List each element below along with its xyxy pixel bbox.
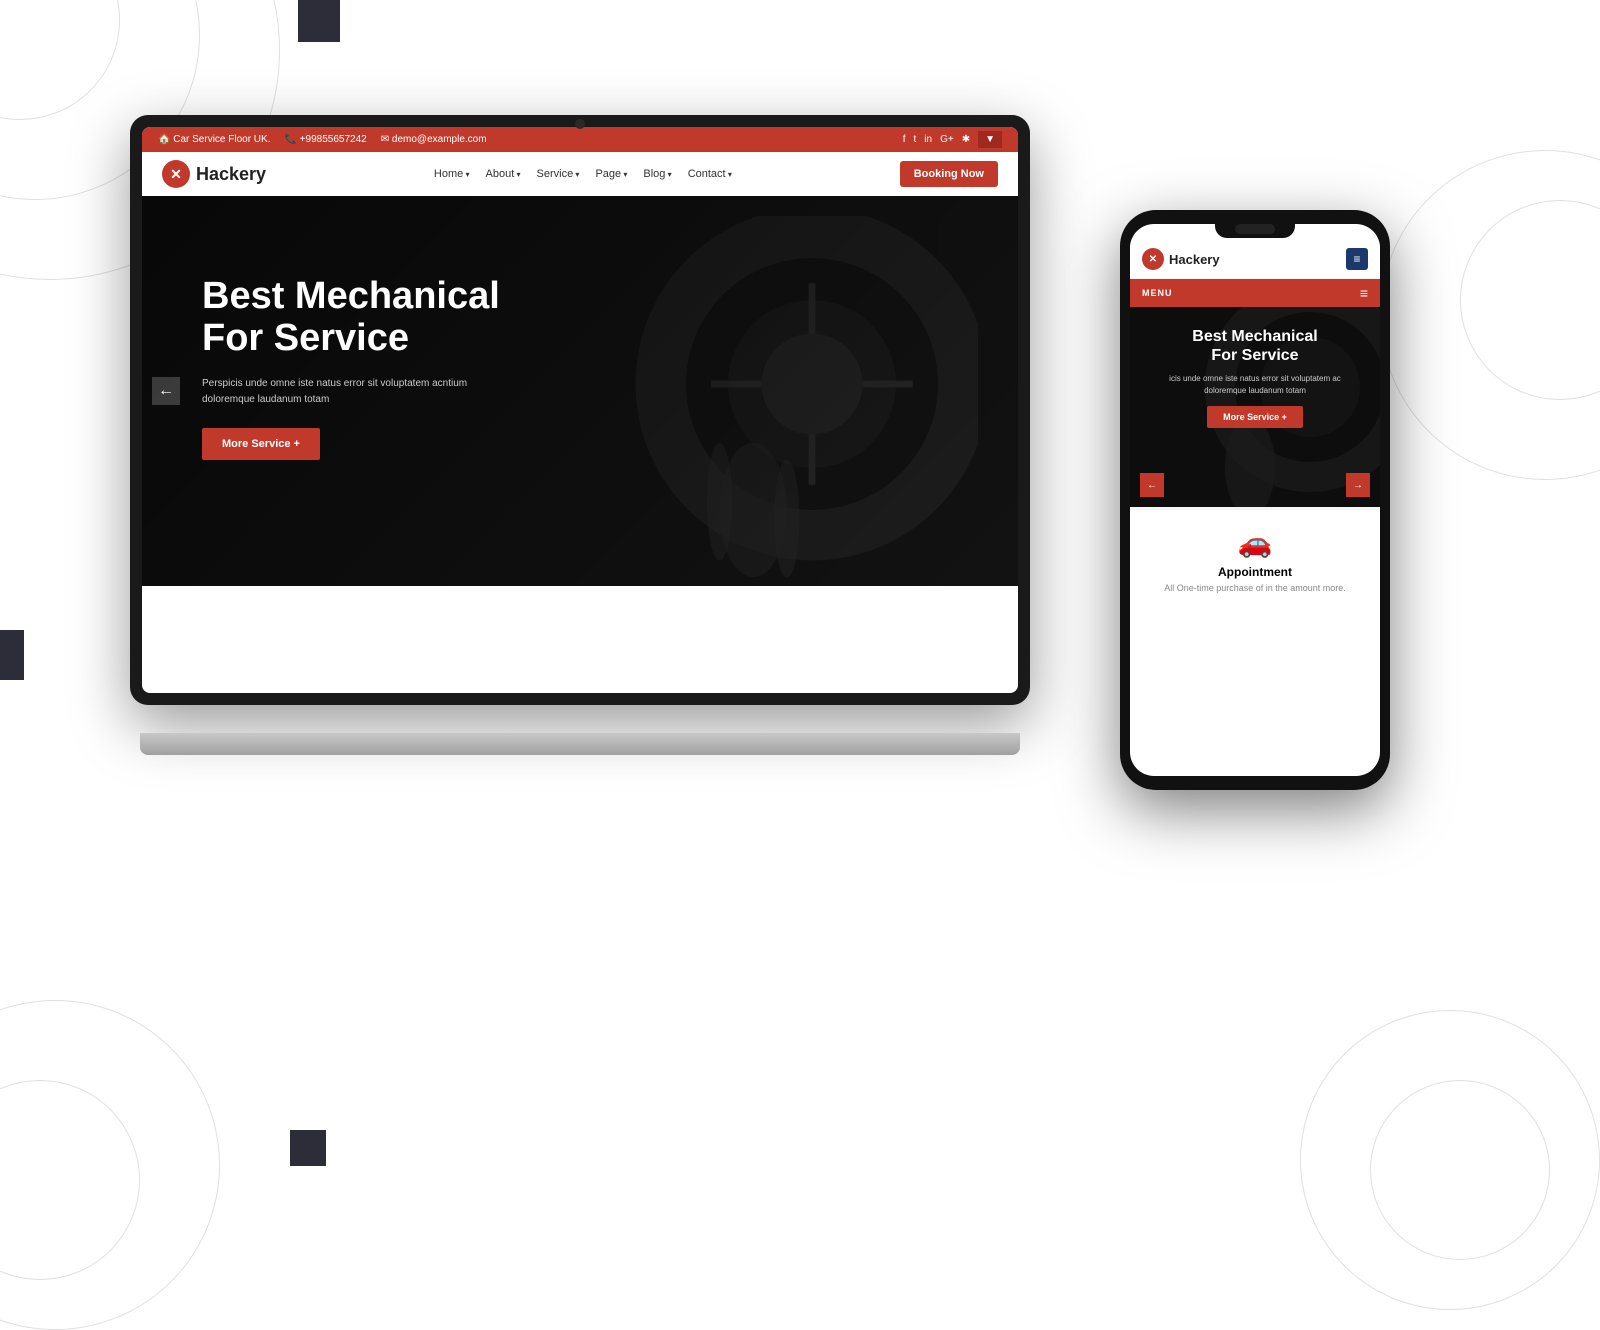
social-gplus-icon: G+ — [940, 134, 954, 145]
site-logo: ✕ Hackery — [162, 160, 266, 188]
square-4 — [290, 1130, 326, 1166]
phone-menu-button[interactable]: ≡ — [1346, 248, 1368, 270]
logo-icon: ✕ — [162, 160, 190, 188]
nav-home[interactable]: Home — [434, 168, 470, 180]
phone-screen: ✕ Hackery ≡ MENU ≡ — [1130, 224, 1380, 776]
topbar-phone: 📞 +99855657242 — [284, 134, 366, 145]
phone-notch — [1215, 220, 1295, 238]
laptop-base — [140, 733, 1020, 755]
phone-service-title: Appointment — [1142, 565, 1368, 579]
nav-blog[interactable]: Blog — [643, 168, 671, 180]
laptop-body: 🏠 Car Service Floor UK. 📞 +99855657242 ✉… — [130, 115, 1030, 705]
nav-page[interactable]: Page — [595, 168, 627, 180]
nav-about[interactable]: About — [486, 168, 521, 180]
square-2 — [0, 630, 24, 680]
phone-menu-label: MENU — [1142, 288, 1173, 298]
circle-4 — [0, 1080, 140, 1280]
topbar-dropdown[interactable]: ▼ — [978, 131, 1002, 148]
social-twitter-icon: t — [914, 134, 917, 145]
topbar-right: f t in G+ ✱ ▼ — [903, 131, 1002, 148]
hero-title: Best Mechanical For Service — [202, 276, 500, 360]
social-extra-icon: ✱ — [962, 134, 970, 145]
phone-logo-text: Hackery — [1169, 252, 1220, 267]
booking-button[interactable]: Booking Now — [900, 161, 998, 187]
phone-logo-icon: ✕ — [1142, 248, 1164, 270]
social-facebook-icon: f — [903, 134, 906, 145]
site-navbar: ✕ Hackery Home About Service Page Blog C… — [142, 152, 1018, 196]
laptop-screen: 🏠 Car Service Floor UK. 📞 +99855657242 ✉… — [142, 127, 1018, 693]
topbar-left: 🏠 Car Service Floor UK. 📞 +99855657242 ✉… — [158, 134, 487, 145]
circle-7 — [1380, 150, 1600, 480]
circle-5 — [0, 1000, 220, 1330]
phone-hero-description: icis unde omne iste natus error sit volu… — [1150, 373, 1360, 395]
phone-body: ✕ Hackery ≡ MENU ≡ — [1120, 210, 1390, 790]
phone-arrow-left[interactable]: ← — [1140, 473, 1164, 497]
phone-logo: ✕ Hackery — [1142, 248, 1220, 270]
phone-hero: Best Mechanical For Service icis unde om… — [1130, 307, 1380, 507]
phone-nav-arrows: ← → — [1130, 473, 1380, 497]
phone-service-desc: All One-time purchase of in the amount m… — [1142, 583, 1368, 593]
circle-9 — [1300, 1010, 1600, 1310]
site-nav-links: Home About Service Page Blog Contact — [434, 168, 732, 180]
social-instagram-icon: in — [924, 134, 932, 145]
phone-hero-title: Best Mechanical For Service — [1150, 327, 1360, 365]
nav-contact[interactable]: Contact — [688, 168, 732, 180]
phone-more-service-button[interactable]: More Service + — [1207, 406, 1303, 428]
hero-description: Perspicis unde omne iste natus error sit… — [202, 376, 482, 408]
topbar-email: ✉ demo@example.com — [381, 134, 487, 145]
topbar-address: 🏠 Car Service Floor UK. — [158, 134, 270, 145]
phone-arrow-right[interactable]: → — [1346, 473, 1370, 497]
circle-8 — [1370, 1080, 1550, 1260]
laptop-camera — [575, 119, 585, 129]
square-1 — [298, 0, 340, 42]
site-hero: ← Best Mechanical For Service Perspicis … — [142, 196, 1018, 586]
site-topbar: 🏠 Car Service Floor UK. 📞 +99855657242 ✉… — [142, 127, 1018, 152]
phone-menu-icon: ≡ — [1353, 252, 1360, 266]
phone-hero-content: Best Mechanical For Service icis unde om… — [1130, 327, 1380, 428]
more-service-button[interactable]: More Service + — [202, 428, 320, 460]
nav-service[interactable]: Service — [537, 168, 580, 180]
phone-device: ✕ Hackery ≡ MENU ≡ — [1120, 210, 1390, 850]
hero-arrow-left[interactable]: ← — [152, 377, 180, 405]
phone-notch-inner — [1235, 224, 1275, 234]
circle-6 — [1460, 200, 1600, 400]
hero-content: Best Mechanical For Service Perspicis un… — [202, 276, 500, 460]
phone-header: ✕ Hackery ≡ — [1130, 238, 1380, 279]
phone-hamburger-icon[interactable]: ≡ — [1360, 285, 1368, 301]
laptop-device: 🏠 Car Service Floor UK. 📞 +99855657242 ✉… — [130, 115, 1030, 755]
circle-1 — [0, 0, 120, 120]
logo-text: Hackery — [196, 164, 266, 185]
phone-menu-bar: MENU ≡ — [1130, 279, 1380, 307]
phone-car-icon: 🚗 — [1142, 526, 1368, 559]
phone-service-section: 🚗 Appointment All One-time purchase of i… — [1130, 507, 1380, 609]
